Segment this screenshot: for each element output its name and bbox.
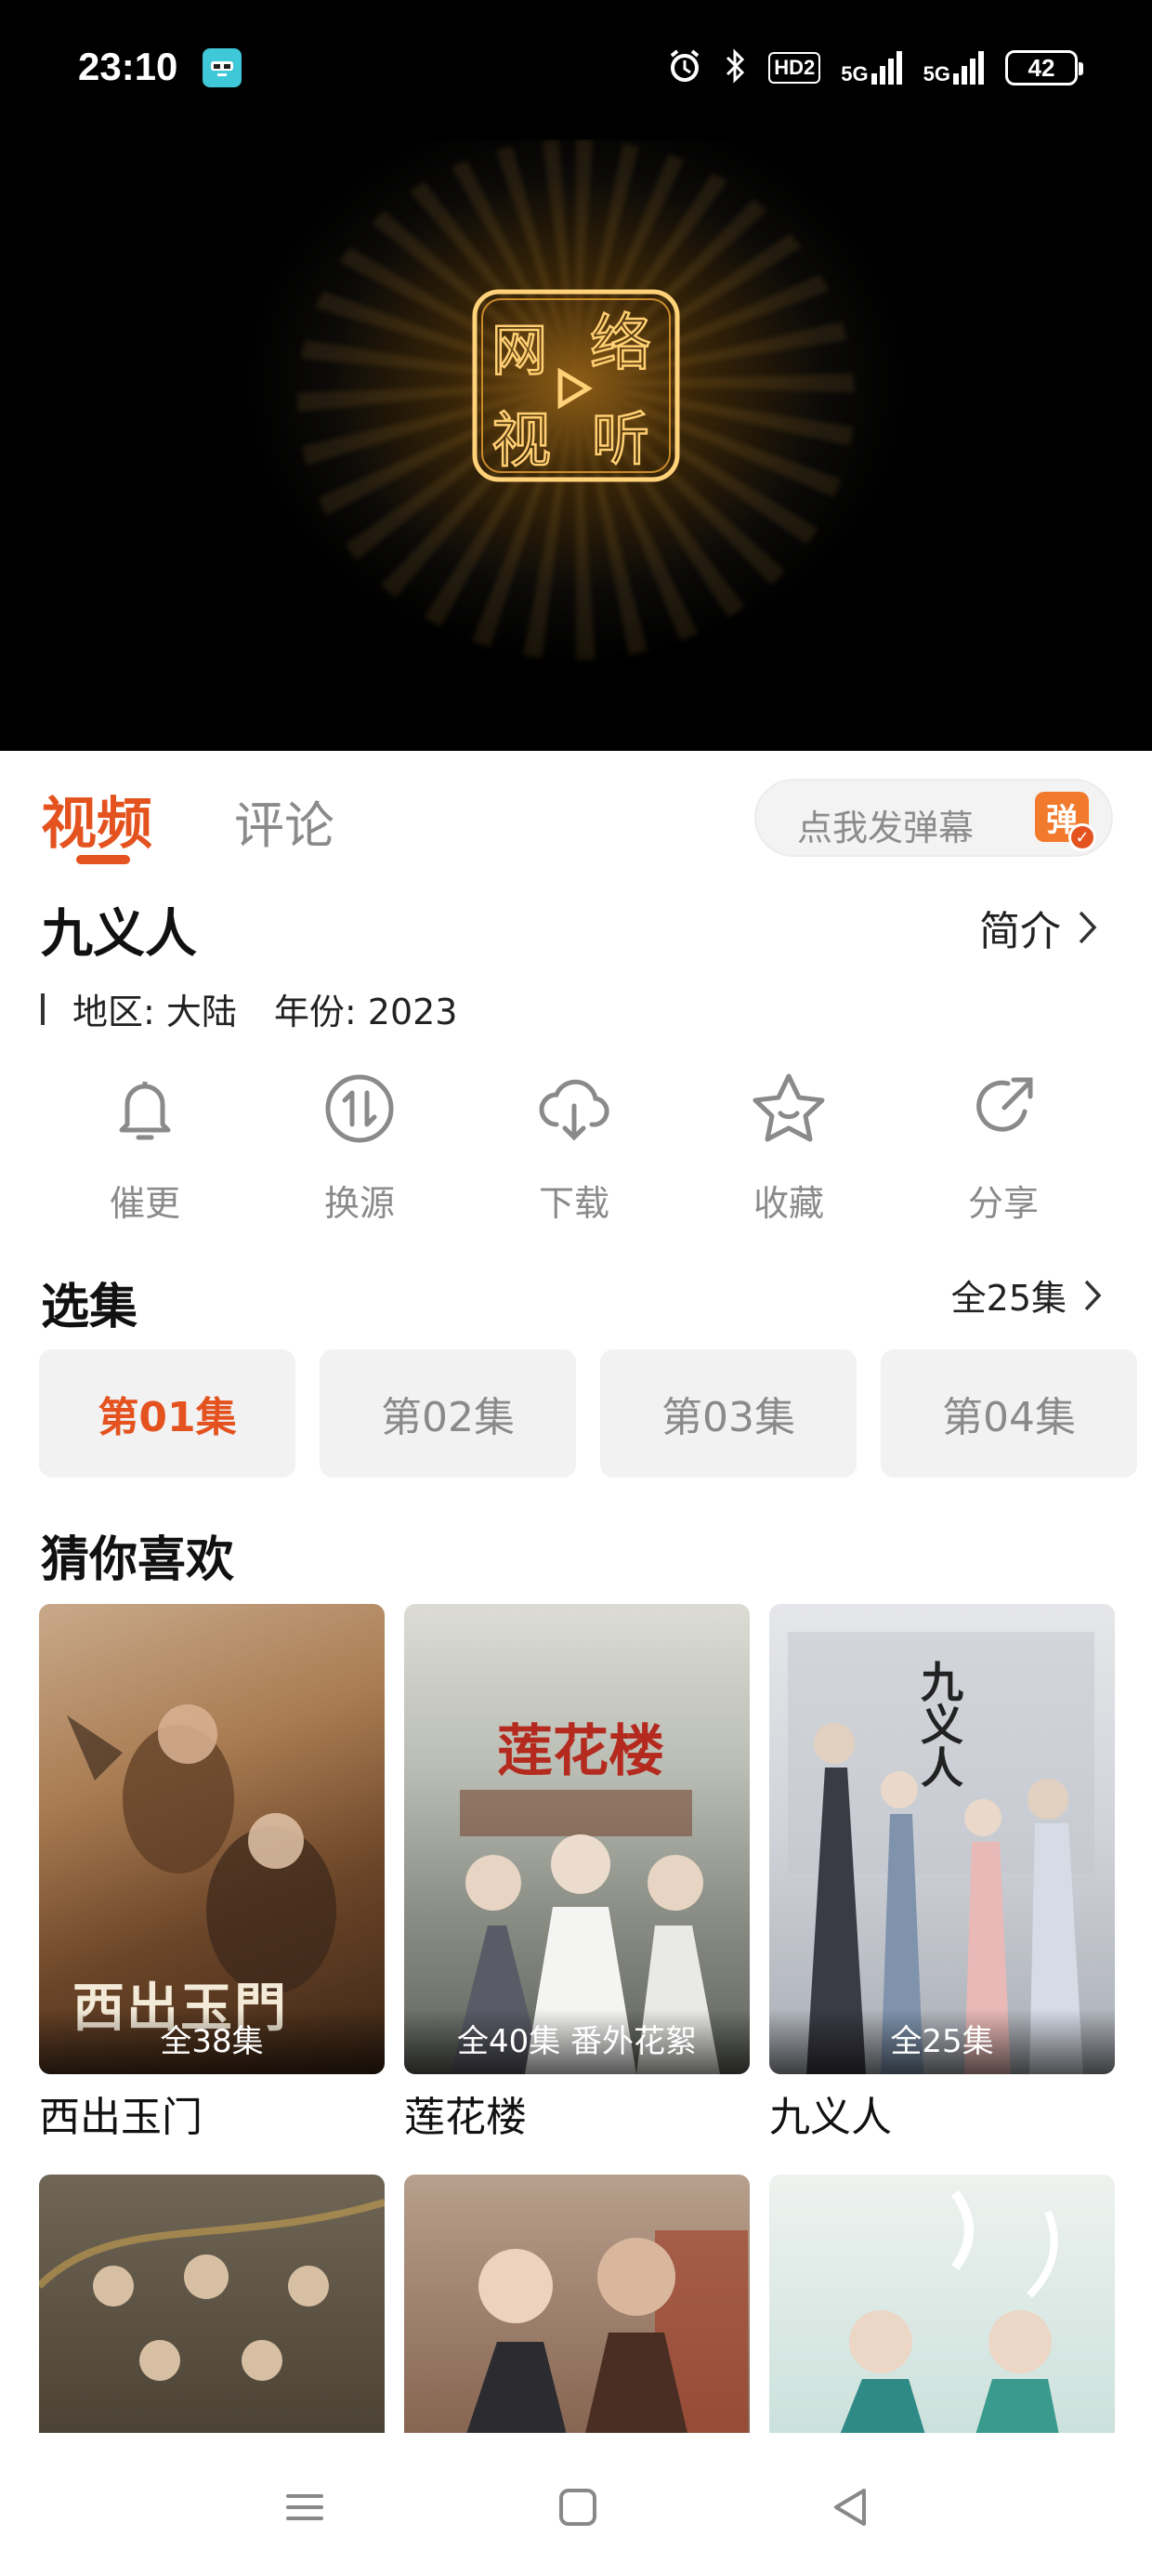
episode-count: 全38集 xyxy=(39,2009,385,2074)
app-badge-icon xyxy=(203,48,242,87)
poster-image: 九义人 全25集 xyxy=(769,1604,1115,2074)
intro-button[interactable]: 简介 xyxy=(979,898,1098,957)
download-button[interactable]: 下载 xyxy=(491,1069,658,1226)
battery-icon: 42 xyxy=(1005,50,1083,85)
system-nav-bar xyxy=(0,2433,1152,2576)
episode-item[interactable]: 第03集 xyxy=(600,1349,857,1478)
menu-icon[interactable] xyxy=(277,2479,333,2535)
logo-char: 网 xyxy=(491,319,547,384)
signal-icon: 5G xyxy=(841,49,902,86)
intro-label: 简介 xyxy=(979,908,1061,955)
episode-list[interactable]: 第01集 第02集 第03集 第04集 xyxy=(39,1349,1152,1479)
tab-indicator xyxy=(76,855,130,864)
danmu-placeholder: 点我发弹幕 xyxy=(797,808,975,848)
episode-count: 全40集 番外花絮 xyxy=(404,2009,750,2074)
recommend-name: 九义人 xyxy=(769,2094,892,2141)
signal-label: 5G xyxy=(841,62,869,85)
meta-divider xyxy=(41,992,45,1025)
episode-item[interactable]: 第01集 xyxy=(39,1349,295,1478)
poster-image: 西出玉門 全38集 xyxy=(39,1604,385,2074)
poster-title: 九义人 xyxy=(914,1660,964,1788)
network-av-logo: 网 络 视 听 xyxy=(472,289,680,482)
action-label: 换源 xyxy=(323,1183,395,1224)
action-bar: 催更 换源 下载 收藏 分享 xyxy=(0,1069,1152,1227)
download-icon xyxy=(539,1079,609,1141)
all-episodes-button[interactable]: 全25集 xyxy=(951,1269,1102,1321)
share-icon xyxy=(976,1077,1033,1132)
video-player[interactable]: 网 络 视 听 xyxy=(0,139,1152,751)
action-label: 分享 xyxy=(967,1183,1039,1224)
tab-comments[interactable]: 评论 xyxy=(234,784,334,858)
battery-level: 42 xyxy=(1028,53,1055,82)
show-meta: 地区: 大陆 年份: 2023 xyxy=(41,983,457,1034)
tab-video[interactable]: 视频 xyxy=(41,779,152,860)
content-tabs: 视频 评论 点我发弹幕 弹 ✓ xyxy=(0,751,1152,870)
logo-char: 络 xyxy=(590,308,651,379)
episode-item[interactable]: 第02集 xyxy=(320,1349,576,1478)
bluetooth-icon xyxy=(724,47,748,88)
home-icon[interactable] xyxy=(550,2479,606,2535)
switch-source-button[interactable]: 换源 xyxy=(276,1069,443,1226)
remind-button[interactable]: 催更 xyxy=(61,1069,229,1226)
bell-icon xyxy=(119,1082,171,1140)
signal-icon: 5G xyxy=(923,49,985,86)
show-title: 九义人 xyxy=(41,904,197,965)
action-label: 催更 xyxy=(109,1183,180,1224)
alarm-icon xyxy=(666,47,703,88)
hd-icon: HD2 xyxy=(768,52,821,84)
logo-char: 视 xyxy=(491,407,551,476)
recommend-name: 西出玉门 xyxy=(39,2094,203,2141)
year-label: 年份: 2023 xyxy=(273,992,458,1032)
favorite-button[interactable]: 收藏 xyxy=(705,1069,872,1226)
recommend-card[interactable]: 莲花楼 全40集 番外花絮 莲花楼 xyxy=(404,1604,750,2143)
star-icon xyxy=(753,1073,825,1142)
back-icon[interactable] xyxy=(823,2479,879,2535)
action-label: 下载 xyxy=(538,1183,609,1224)
player-bottom-strip xyxy=(0,717,1152,751)
episode-count: 全25集 xyxy=(769,2009,1115,2074)
status-time: 23:10 xyxy=(78,45,178,88)
share-button[interactable]: 分享 xyxy=(920,1069,1087,1226)
action-label: 收藏 xyxy=(753,1183,824,1224)
recommend-title: 猜你喜欢 xyxy=(41,1532,235,1588)
recommend-card[interactable]: 九义人 全25集 九义人 xyxy=(769,1604,1115,2143)
chevron-right-icon xyxy=(1079,911,1097,944)
recommend-card[interactable]: 西出玉門 全38集 西出玉门 xyxy=(39,1604,385,2143)
logo-char: 听 xyxy=(592,405,649,473)
chevron-right-icon xyxy=(1084,1280,1102,1310)
status-bar: 23:10 HD2 5G 5G 42 xyxy=(0,0,1152,139)
check-icon: ✓ xyxy=(1068,823,1096,851)
danmu-input[interactable]: 点我发弹幕 弹 ✓ xyxy=(754,779,1113,857)
poster-image: 莲花楼 全40集 番外花絮 xyxy=(404,1604,750,2074)
signal-label: 5G xyxy=(923,62,950,85)
region-label: 地区: 大陆 xyxy=(72,992,237,1032)
episodes-title: 选集 xyxy=(41,1280,138,1335)
recommend-name: 莲花楼 xyxy=(404,2094,527,2141)
switch-source-icon xyxy=(325,1074,394,1143)
episode-item[interactable]: 第04集 xyxy=(881,1349,1137,1478)
all-episodes-label: 全25集 xyxy=(950,1278,1067,1319)
poster-title: 莲花楼 xyxy=(497,1719,664,1784)
